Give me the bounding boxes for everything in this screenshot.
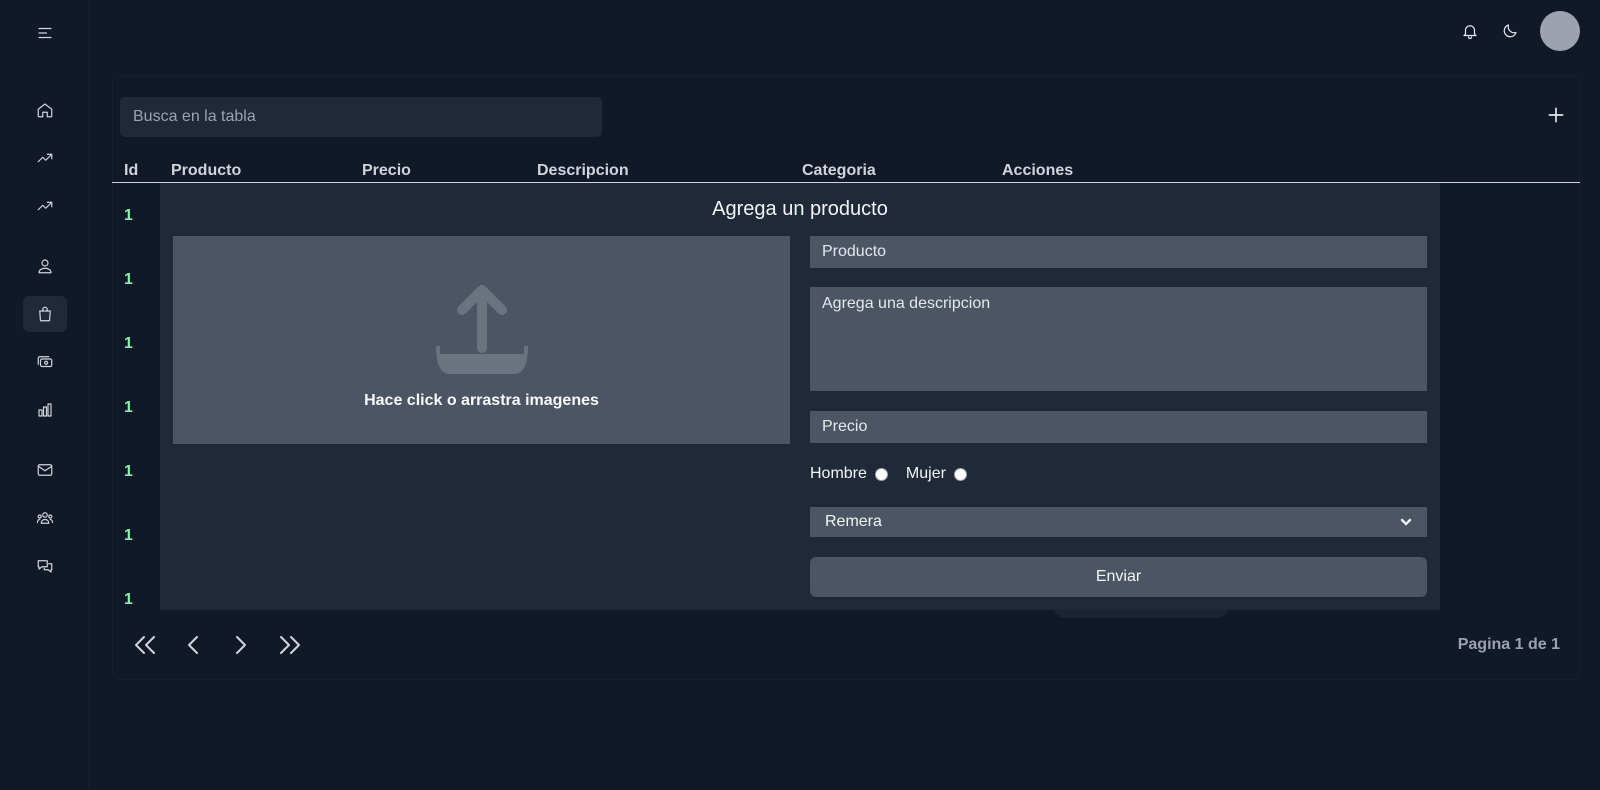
table-row-id: 1	[124, 271, 133, 288]
home-icon	[37, 103, 53, 118]
table-row-id: 1	[124, 399, 133, 416]
bell-icon	[1463, 25, 1477, 40]
shopping-bag-icon	[39, 306, 51, 322]
user-icon	[38, 259, 52, 274]
product-name-field[interactable]	[810, 236, 1427, 268]
trending-up-icon	[37, 201, 53, 211]
chevron-down-icon	[1400, 518, 1412, 526]
radio-mujer[interactable]	[953, 467, 967, 481]
menu-icon	[38, 27, 52, 39]
column-header-category[interactable]: Categoria	[802, 162, 876, 180]
table-row-id: 1	[124, 591, 133, 608]
radio-hombre[interactable]	[874, 467, 888, 481]
trending-up-icon	[37, 153, 53, 163]
image-dropzone[interactable]: Hace click o arrastra imagenes	[173, 236, 790, 444]
sidebar-item-chat[interactable]	[23, 548, 67, 584]
add-product-button[interactable]	[1545, 104, 1567, 126]
double-chevron-right-icon	[280, 636, 300, 654]
add-product-modal: Agrega un producto Hace click o arrastra…	[160, 183, 1440, 610]
sidebar-item-team[interactable]	[23, 500, 67, 536]
modal-title: Agrega un producto	[712, 198, 888, 220]
column-header-id[interactable]: Id	[124, 162, 138, 180]
chevron-right-icon	[236, 636, 246, 654]
users-icon	[36, 512, 54, 524]
sidebar-item-home[interactable]	[23, 92, 67, 128]
menu-toggle-button[interactable]	[23, 15, 67, 51]
next-page-button[interactable]	[227, 633, 255, 657]
sidebar-item-cash[interactable]	[23, 344, 67, 380]
table-row-id: 1	[124, 463, 133, 480]
upload-icon	[435, 285, 528, 374]
search-input[interactable]	[120, 97, 602, 137]
bar-chart-icon	[38, 403, 52, 417]
category-selected-value: Remera	[825, 513, 882, 530]
table-row-id: 1	[124, 335, 133, 352]
column-header-actions: Acciones	[1002, 162, 1074, 179]
moon-icon	[1503, 24, 1517, 38]
gender-radio-group: Hombre Mujer	[810, 465, 985, 483]
plus-icon	[1548, 107, 1564, 123]
column-header-price[interactable]: Precio	[362, 162, 411, 180]
sidebar	[0, 0, 90, 790]
description-field[interactable]	[810, 287, 1427, 391]
radio-label-hombre: Hombre	[810, 465, 867, 482]
chevron-left-icon	[188, 636, 198, 654]
double-chevron-left-icon	[135, 636, 155, 654]
table-row-id: 1	[124, 207, 133, 224]
sidebar-item-mail[interactable]	[23, 452, 67, 488]
submit-button[interactable]: Enviar	[810, 557, 1427, 597]
category-select[interactable]: Remera	[810, 507, 1427, 537]
mail-icon	[37, 464, 53, 476]
last-page-button[interactable]	[276, 633, 304, 657]
radio-label-mujer: Mujer	[905, 465, 946, 482]
sidebar-item-products[interactable]	[23, 296, 67, 332]
first-page-button[interactable]	[131, 633, 159, 657]
cash-icon	[37, 356, 53, 368]
table-row-id: 1	[124, 527, 133, 544]
notifications-button[interactable]	[1459, 20, 1481, 42]
theme-toggle-button[interactable]	[1499, 20, 1521, 42]
sidebar-item-stats[interactable]	[23, 392, 67, 428]
page-info: Pagina 1 de 1	[1457, 636, 1560, 653]
sidebar-item-trending-1[interactable]	[23, 140, 67, 176]
avatar[interactable]	[1540, 11, 1580, 51]
sidebar-item-trending-2[interactable]	[23, 188, 67, 224]
chat-icon	[37, 560, 53, 573]
column-header-description[interactable]: Descripcion	[537, 162, 629, 180]
sidebar-item-user[interactable]	[23, 248, 67, 284]
dropzone-label: Hace click o arrastra imagenes	[364, 392, 599, 409]
previous-page-button[interactable]	[179, 633, 207, 657]
price-field[interactable]	[810, 411, 1427, 443]
column-header-product[interactable]: Producto	[171, 162, 241, 180]
